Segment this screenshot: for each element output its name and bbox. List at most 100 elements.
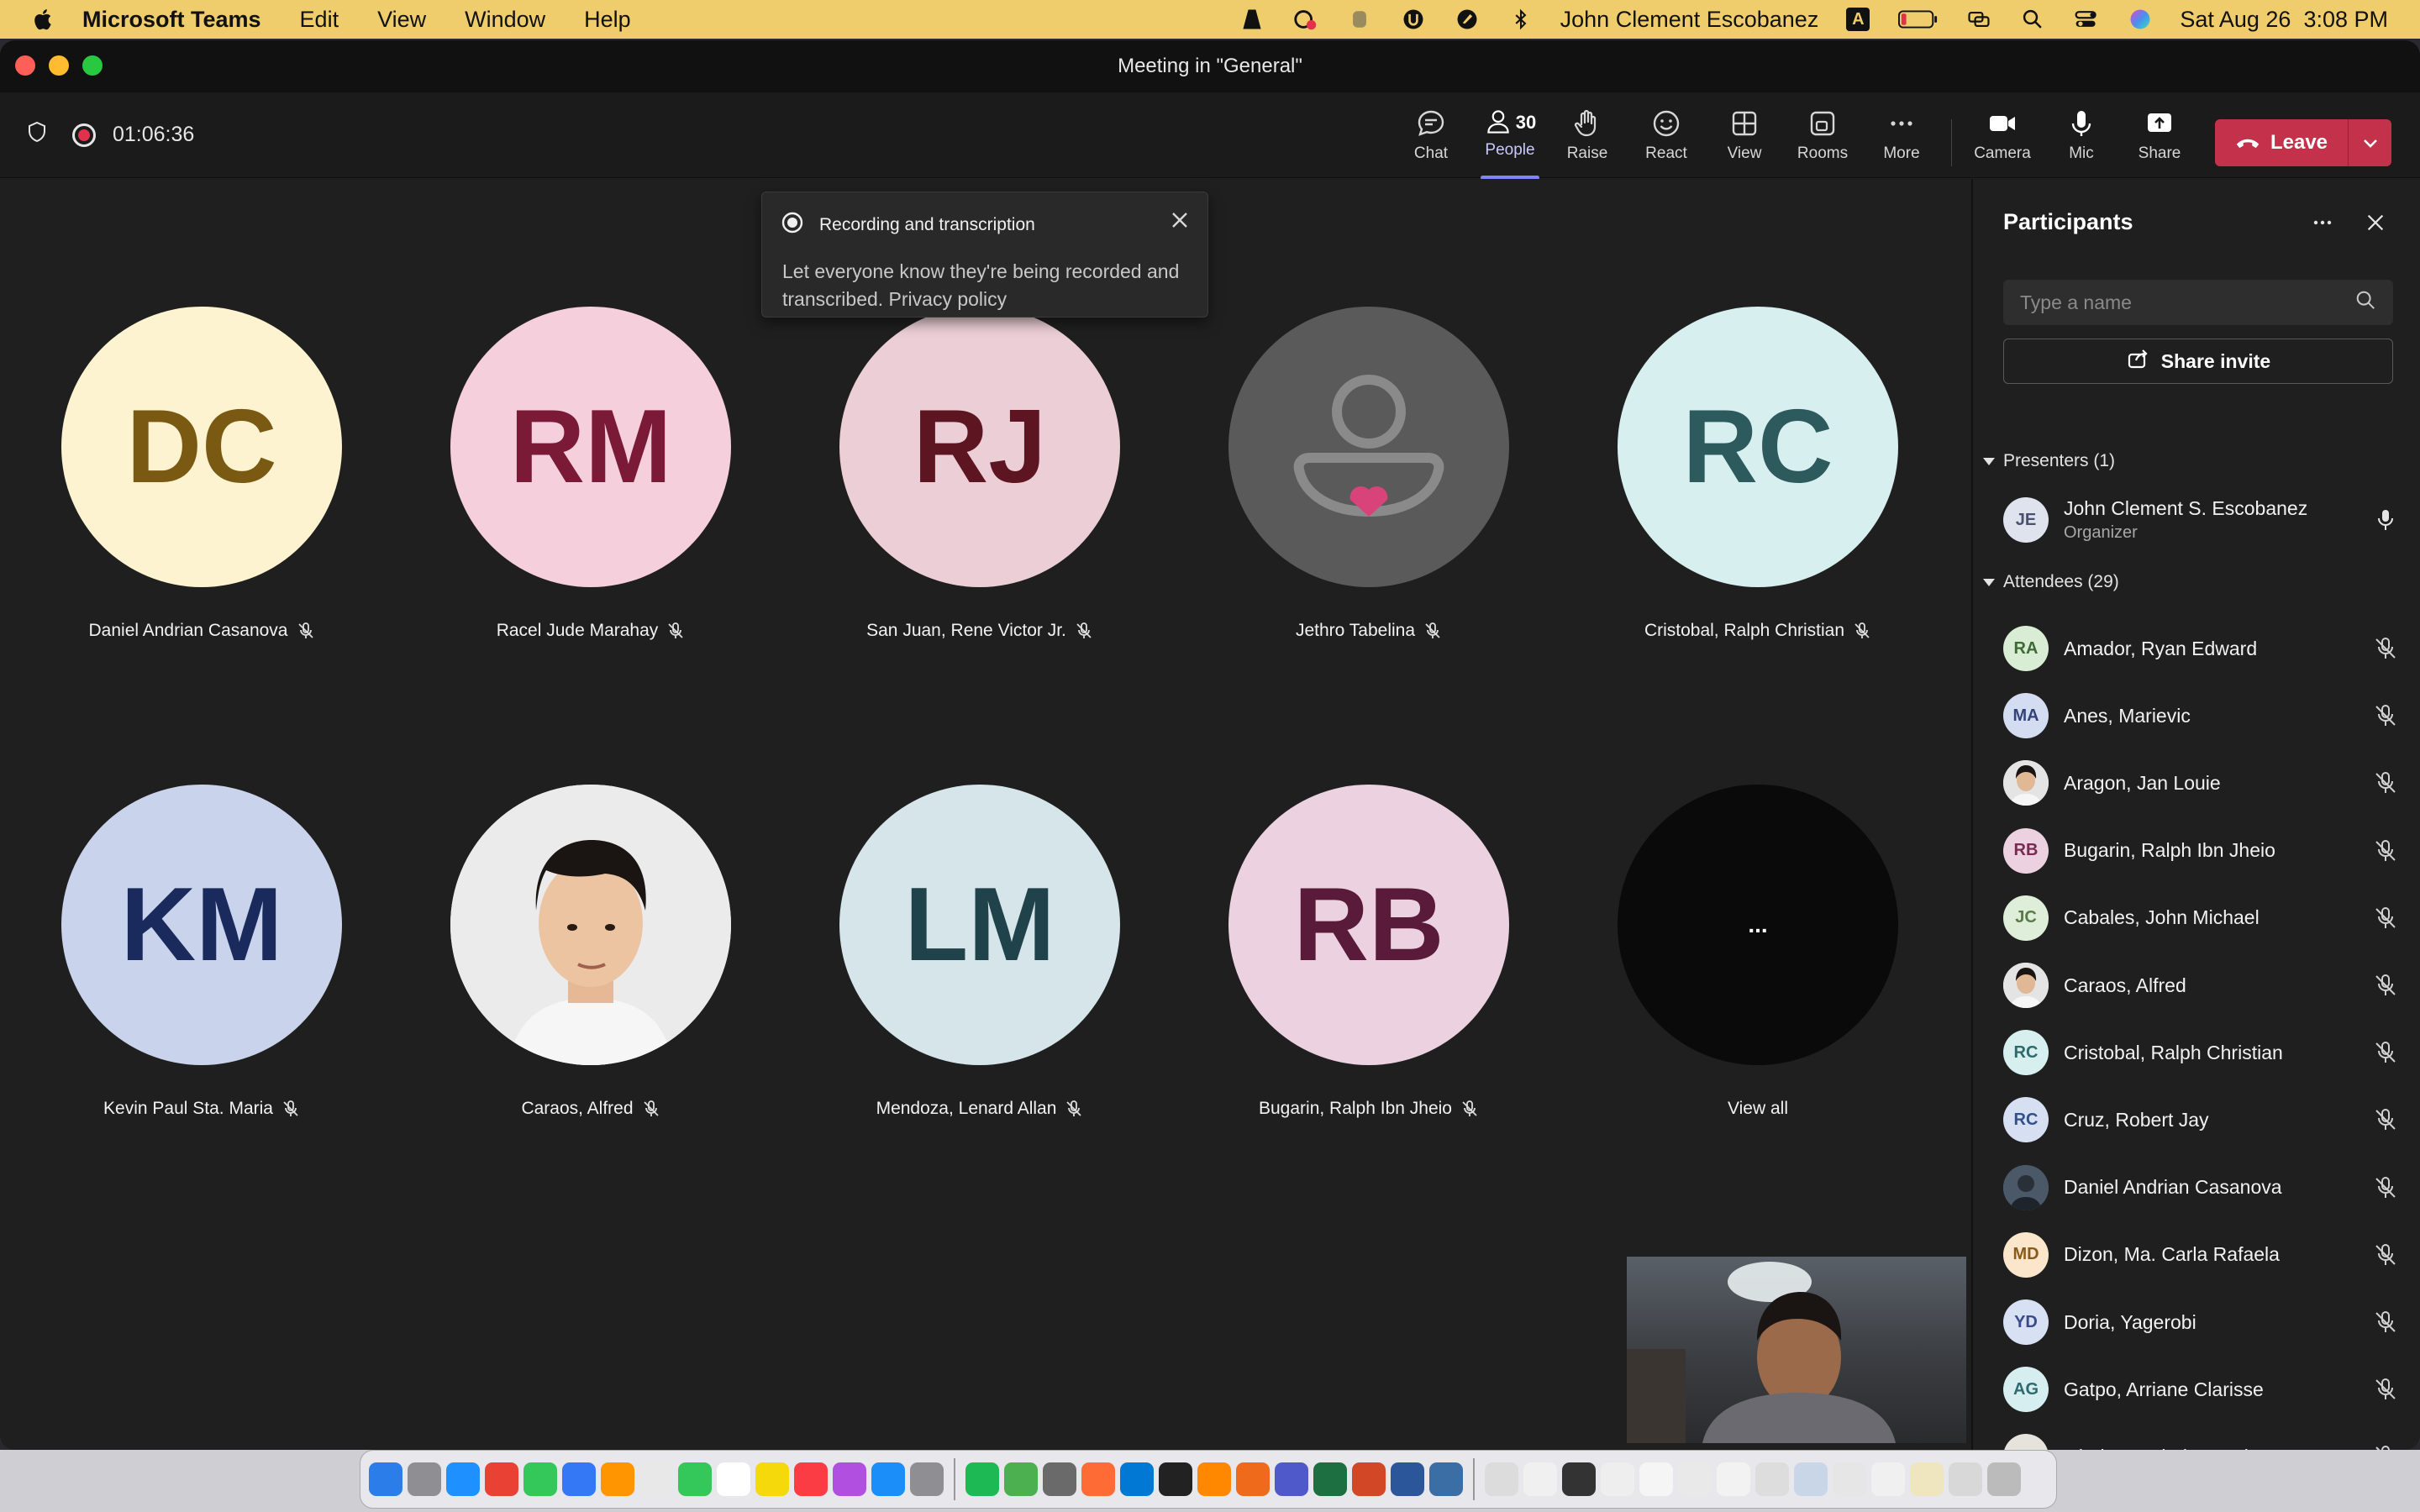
dock-app-icon[interactable] [1910, 1462, 1944, 1496]
mic-button[interactable]: Mic [2045, 104, 2118, 171]
participant-name[interactable]: View all [1728, 1099, 1788, 1119]
menu-app-name[interactable]: Microsoft Teams [82, 7, 261, 33]
screen-mirroring-icon[interactable] [1965, 5, 1993, 34]
attendee-row[interactable]: Daniel Andrian Casanova [2003, 1154, 2398, 1221]
dock-app-icon[interactable] [1236, 1462, 1270, 1496]
participant-tile[interactable]: RJ San Juan, Rene Victor Jr. [803, 307, 1156, 640]
attendee-row[interactable]: MA Anes, Marievic [2003, 682, 2398, 749]
participant-tile[interactable]: KM Kevin Paul Sta. Maria [25, 785, 378, 1118]
minimize-window-button[interactable] [49, 55, 69, 76]
input-source-icon[interactable]: A [1844, 5, 1872, 34]
dock-app-icon[interactable] [1562, 1462, 1596, 1496]
dock-app-icon[interactable] [562, 1462, 596, 1496]
dock-app-icon[interactable] [1523, 1462, 1557, 1496]
dock-app-icon[interactable] [1987, 1462, 2021, 1496]
dock-app-icon[interactable] [1004, 1462, 1038, 1496]
attendee-row[interactable]: CGGloriane, Clarisse Lei [2003, 1423, 2398, 1450]
dock-app-icon[interactable] [1120, 1462, 1154, 1496]
dock-app-icon[interactable] [1717, 1462, 1750, 1496]
participant-tile[interactable]: DC Daniel Andrian Casanova [25, 307, 378, 640]
toast-message[interactable]: Let everyone know they're being recorded… [781, 258, 1189, 313]
menu-window[interactable]: Window [465, 7, 545, 33]
dock-app-icon[interactable] [965, 1462, 999, 1496]
participant-search-input[interactable]: Type a name [2003, 280, 2393, 325]
utorrent-status-icon[interactable] [1399, 5, 1428, 34]
dock-app-icon[interactable] [1639, 1462, 1673, 1496]
participant-tile[interactable]: RB Bugarin, Ralph Ibn Jheio [1192, 785, 1545, 1118]
vlc-status-icon[interactable] [1238, 5, 1266, 34]
dock-app-icon[interactable] [1601, 1462, 1634, 1496]
dock-app-icon[interactable] [794, 1462, 828, 1496]
dock-app-icon[interactable] [1391, 1462, 1424, 1496]
participant-tile[interactable]: LM Mendoza, Lenard Allan [803, 785, 1156, 1118]
share-button[interactable]: Share [2123, 104, 2196, 171]
control-center-icon[interactable] [2072, 5, 2101, 34]
dock-app-icon[interactable] [1313, 1462, 1347, 1496]
dock-app-icon[interactable] [446, 1462, 480, 1496]
dock-app-icon[interactable] [1197, 1462, 1231, 1496]
camera-button[interactable]: Camera [1966, 104, 2039, 171]
chat-button[interactable]: Chat [1395, 104, 1467, 171]
close-icon[interactable] [1169, 209, 1191, 231]
rooms-button[interactable]: Rooms [1786, 104, 1859, 171]
view-button[interactable]: View [1708, 104, 1781, 171]
menubar-user-name[interactable]: John Clement Escobanez [1560, 7, 1819, 33]
attendee-row[interactable]: RA Amador, Ryan Edward [2003, 615, 2398, 682]
dock-app-icon[interactable] [485, 1462, 518, 1496]
dock-app-icon[interactable] [678, 1462, 712, 1496]
attendee-row[interactable]: Caraos, Alfred [2003, 952, 2398, 1019]
dock-app-icon[interactable] [1429, 1462, 1463, 1496]
apple-menu-icon[interactable] [32, 8, 52, 31]
attendee-row[interactable]: AG Gatpo, Arriane Clarisse [2003, 1356, 2398, 1423]
dock-app-icon[interactable] [833, 1462, 866, 1496]
zoom-window-button[interactable] [82, 55, 103, 76]
participant-tile[interactable]: RC Cristobal, Ralph Christian [1581, 307, 1934, 640]
presenters-section-toggle[interactable]: Presenters (1) [1983, 451, 2115, 471]
attendee-row[interactable]: JC Cabales, John Michael [2003, 885, 2398, 952]
dock-app-icon[interactable] [871, 1462, 905, 1496]
dock-app-icon[interactable] [1081, 1462, 1115, 1496]
attendees-section-toggle[interactable]: Attendees (29) [1983, 572, 2119, 592]
menu-help[interactable]: Help [584, 7, 631, 33]
attendee-row[interactable]: YD Doria, Yagerobi [2003, 1289, 2398, 1356]
dock-app-icon[interactable] [1755, 1462, 1789, 1496]
dock-app-icon[interactable] [1352, 1462, 1386, 1496]
menu-edit[interactable]: Edit [300, 7, 339, 33]
bluetooth-icon[interactable] [1507, 5, 1535, 34]
more-button[interactable]: More [1865, 104, 1938, 171]
dock-app-icon[interactable] [369, 1462, 402, 1496]
menu-view[interactable]: View [377, 7, 426, 33]
dock-app-icon[interactable] [1949, 1462, 1982, 1496]
view-all-tile[interactable]: ... View all [1581, 785, 1934, 1118]
raise-hand-button[interactable]: Raise [1551, 104, 1623, 171]
dock-app-icon[interactable] [523, 1462, 557, 1496]
presenter-row[interactable]: JE John Clement S. Escobanez Organizer [2003, 486, 2398, 554]
participant-tile[interactable]: Caraos, Alfred [414, 785, 767, 1118]
spotlight-search-icon[interactable] [2018, 5, 2047, 34]
dock-app-icon[interactable] [408, 1462, 441, 1496]
close-window-button[interactable] [15, 55, 35, 76]
dock-app-icon[interactable] [601, 1462, 634, 1496]
attendee-row[interactable]: MD Dizon, Ma. Carla Rafaela [2003, 1221, 2398, 1289]
more-options-icon[interactable] [2311, 211, 2334, 239]
dock-app-icon[interactable] [1275, 1462, 1308, 1496]
dock-app-icon[interactable] [717, 1462, 750, 1496]
menubar-clock[interactable]: Sat Aug 26 3:08 PM [2180, 7, 2388, 33]
participant-tile[interactable]: RM Racel Jude Marahay [414, 307, 767, 640]
dock-app-icon[interactable] [1159, 1462, 1192, 1496]
attendee-row[interactable]: RC Cruz, Robert Jay [2003, 1086, 2398, 1153]
dock-app-icon[interactable] [755, 1462, 789, 1496]
creative-cloud-status-icon[interactable] [1292, 5, 1320, 34]
share-invite-button[interactable]: Share invite [2003, 339, 2393, 384]
leave-options-chevron-down-icon[interactable] [2349, 119, 2391, 166]
attendee-row[interactable]: RB Bugarin, Ralph Ibn Jheio [2003, 817, 2398, 885]
react-button[interactable]: React [1630, 104, 1702, 171]
dock-app-icon[interactable] [1833, 1462, 1866, 1496]
close-panel-icon[interactable] [2365, 212, 2386, 238]
dock-app-icon[interactable] [639, 1462, 673, 1496]
dock-app-icon[interactable] [910, 1462, 944, 1496]
participant-tile[interactable]: Jethro Tabelina [1192, 307, 1545, 640]
shield-icon[interactable] [25, 120, 49, 150]
attendee-row[interactable]: RC Cristobal, Ralph Christian [2003, 1019, 2398, 1086]
dock-app-icon[interactable] [1678, 1462, 1712, 1496]
